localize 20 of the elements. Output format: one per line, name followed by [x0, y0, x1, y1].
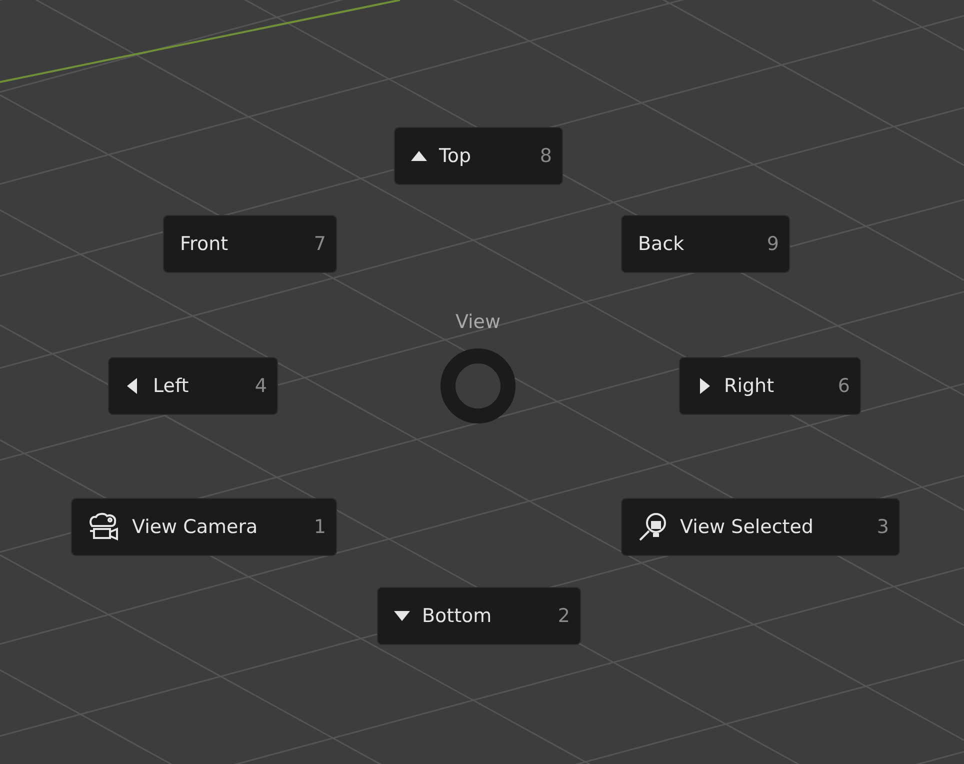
pie-menu-item[interactable]: Left 4	[108, 357, 278, 415]
movie-camera-icon	[88, 512, 120, 542]
shortcut-key: 1	[314, 516, 326, 538]
pie-menu-item[interactable]: Right 6	[679, 357, 861, 415]
pie-menu-title: View	[454, 311, 502, 333]
pie-menu-item[interactable]: Top 8	[394, 127, 563, 185]
shortcut-key: 3	[876, 516, 889, 538]
shortcut-key: 8	[540, 145, 552, 167]
pie-menu-item[interactable]: View Camera 1	[71, 498, 337, 556]
shortcut-key: 7	[314, 233, 326, 255]
shortcut-key: 9	[766, 233, 779, 255]
pie-menu-item[interactable]: View Selected 3	[621, 498, 900, 556]
shortcut-key: 4	[254, 375, 267, 397]
shortcut-key: 2	[558, 605, 570, 627]
pie-center-ring-icon	[438, 346, 518, 426]
shortcut-key: 6	[838, 375, 850, 397]
pie-menu-item[interactable]: Back 9	[621, 215, 790, 273]
pie-menu-item[interactable]: Bottom 2	[377, 587, 581, 645]
magnifier-icon	[638, 512, 668, 542]
pie-menu-item[interactable]: Front 7	[163, 215, 337, 273]
